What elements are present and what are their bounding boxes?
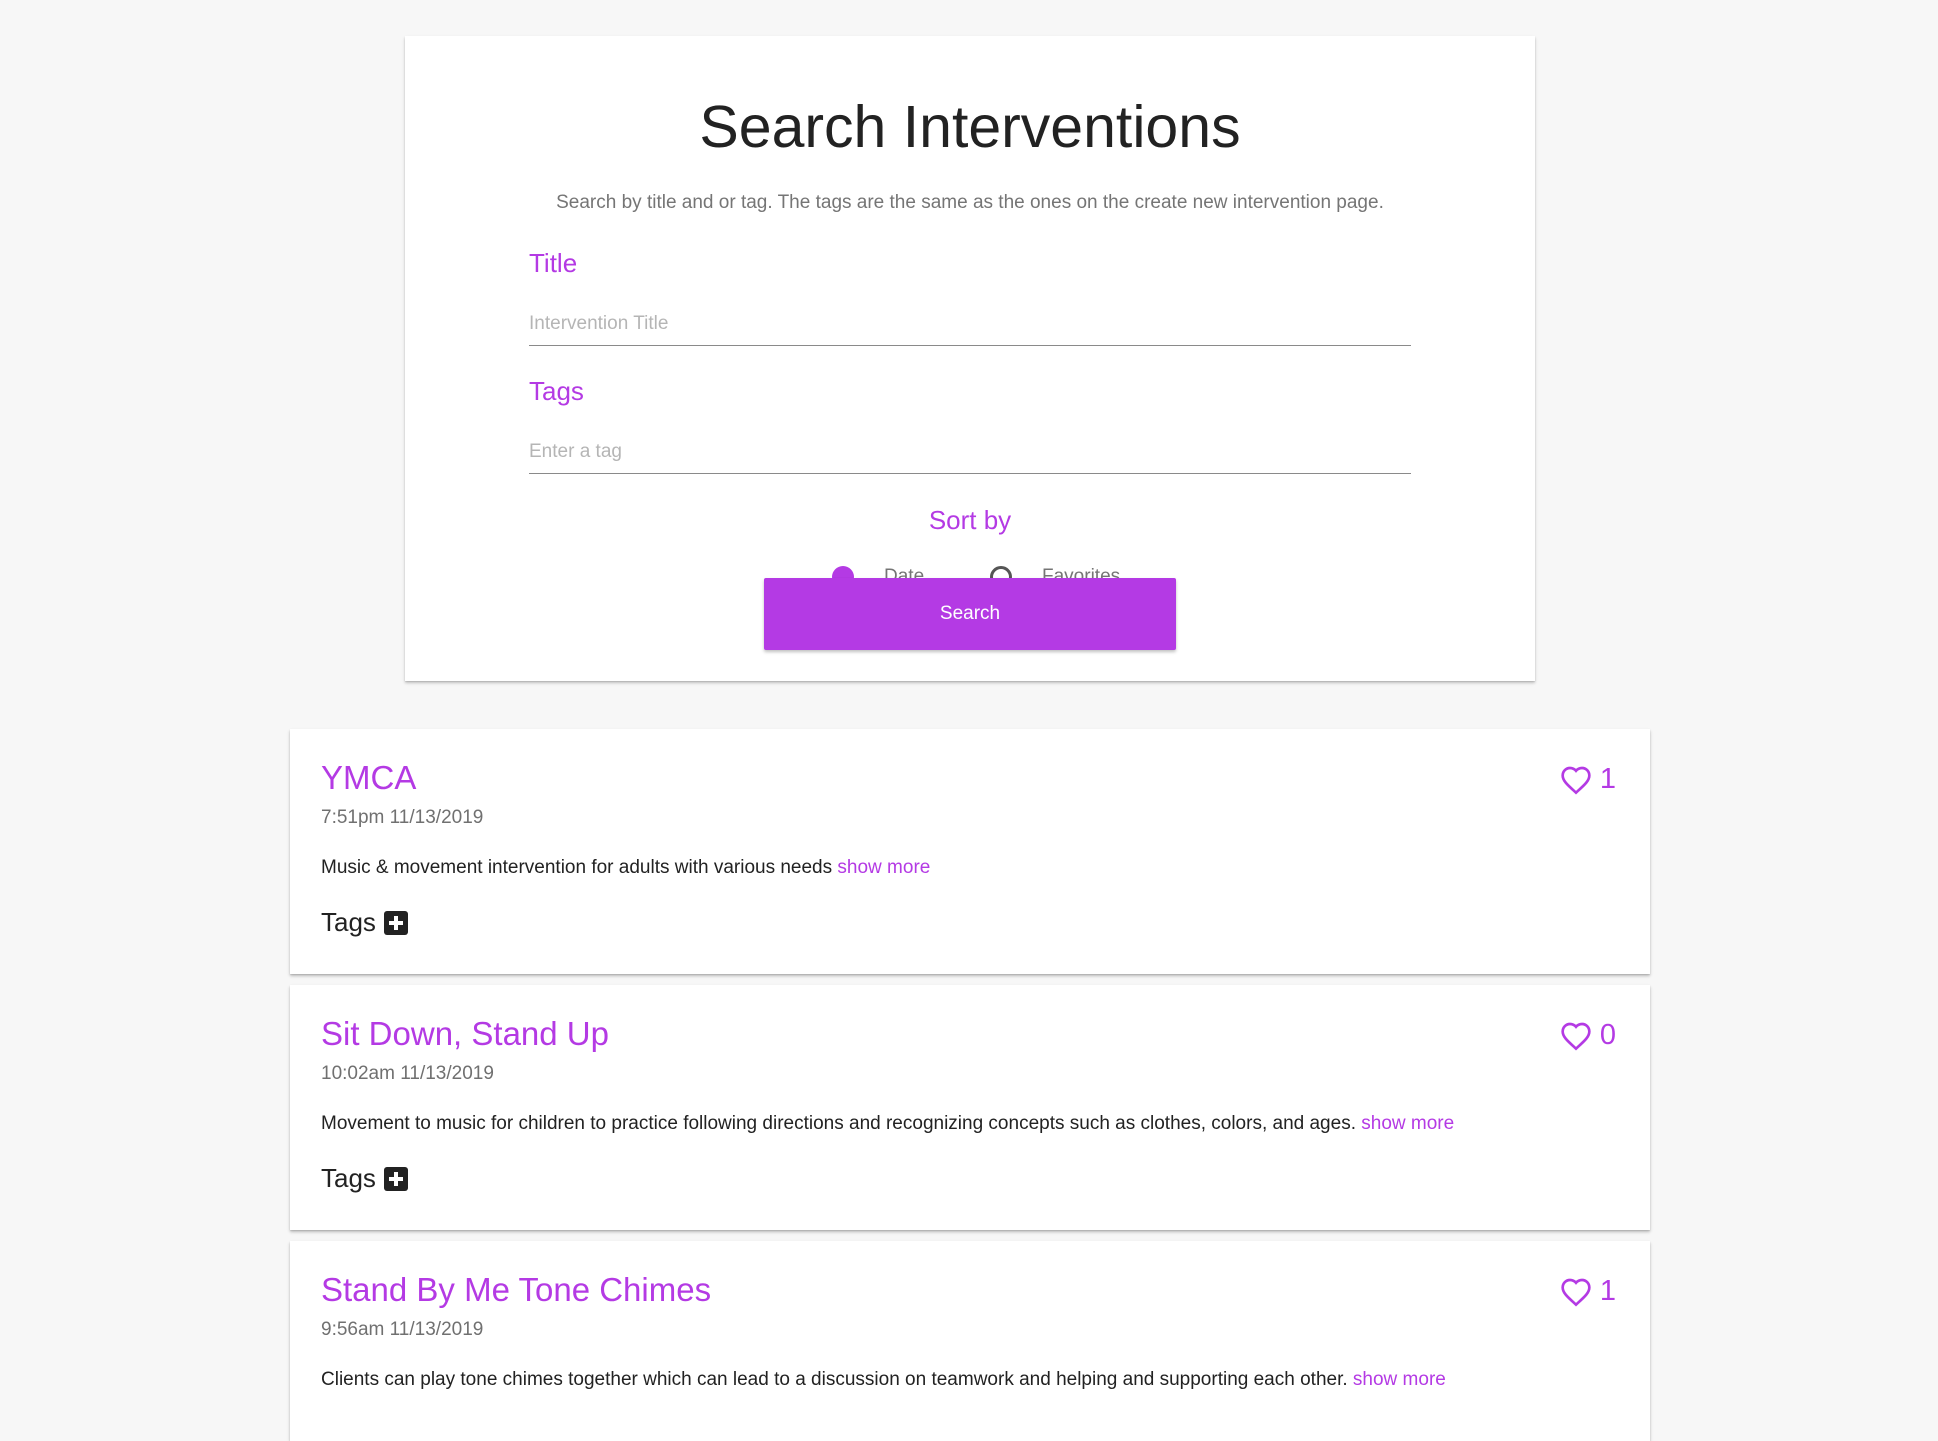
- show-more-link[interactable]: show more: [1353, 1369, 1446, 1390]
- title-field-label: Title: [529, 248, 578, 278]
- plus-box-icon[interactable]: [383, 1166, 408, 1191]
- intervention-title[interactable]: Stand By Me Tone Chimes: [321, 1271, 711, 1309]
- intervention-date: 10:02am 11/13/2019: [321, 1063, 494, 1084]
- title-search-input[interactable]: [529, 302, 1411, 346]
- heart-outline-icon[interactable]: [1560, 1021, 1592, 1051]
- intervention-card: YMCA 7:51pm 11/13/2019 Music & movement …: [290, 729, 1650, 974]
- plus-box-icon[interactable]: [383, 910, 408, 935]
- favorite-toggle[interactable]: 0: [1560, 1019, 1616, 1052]
- tags-row: Tags: [321, 1163, 408, 1194]
- tags-row: Tags: [321, 907, 408, 938]
- intervention-description-text: Movement to music for children to practi…: [321, 1113, 1356, 1134]
- intervention-date: 7:51pm 11/13/2019: [321, 807, 484, 828]
- favorite-toggle[interactable]: 1: [1560, 1275, 1616, 1308]
- intervention-card: Stand By Me Tone Chimes 9:56am 11/13/201…: [290, 1241, 1650, 1441]
- search-description: Search by title and or tag. The tags are…: [556, 192, 1384, 213]
- favorite-count: 1: [1599, 763, 1616, 795]
- tags-field-label: Tags: [529, 376, 584, 406]
- intervention-description: Movement to music for children to practi…: [321, 1113, 1454, 1135]
- intervention-card: Sit Down, Stand Up 10:02am 11/13/2019 Mo…: [290, 985, 1650, 1230]
- page-title: Search Interventions: [699, 94, 1241, 160]
- heart-outline-icon[interactable]: [1560, 765, 1592, 795]
- intervention-date: 9:56am 11/13/2019: [321, 1319, 484, 1340]
- tags-label: Tags: [321, 907, 376, 937]
- intervention-description-text: Music & movement intervention for adults…: [321, 857, 833, 878]
- search-button[interactable]: Search: [764, 578, 1176, 650]
- intervention-description: Clients can play tone chimes together wh…: [321, 1369, 1446, 1391]
- favorite-count: 1: [1599, 1275, 1616, 1307]
- favorite-toggle[interactable]: 1: [1560, 763, 1616, 796]
- tag-search-input[interactable]: [529, 430, 1411, 474]
- intervention-description-text: Clients can play tone chimes together wh…: [321, 1369, 1348, 1390]
- favorite-count: 0: [1599, 1019, 1616, 1051]
- intervention-title[interactable]: YMCA: [321, 759, 416, 797]
- intervention-description: Music & movement intervention for adults…: [321, 857, 930, 879]
- search-panel: Search Interventions Search by title and…: [405, 36, 1535, 681]
- sort-by-label: Sort by: [928, 505, 1012, 535]
- heart-outline-icon[interactable]: [1560, 1277, 1592, 1307]
- tags-label: Tags: [321, 1163, 376, 1193]
- show-more-link[interactable]: show more: [837, 857, 930, 878]
- intervention-title[interactable]: Sit Down, Stand Up: [321, 1015, 609, 1053]
- show-more-link[interactable]: show more: [1361, 1113, 1454, 1134]
